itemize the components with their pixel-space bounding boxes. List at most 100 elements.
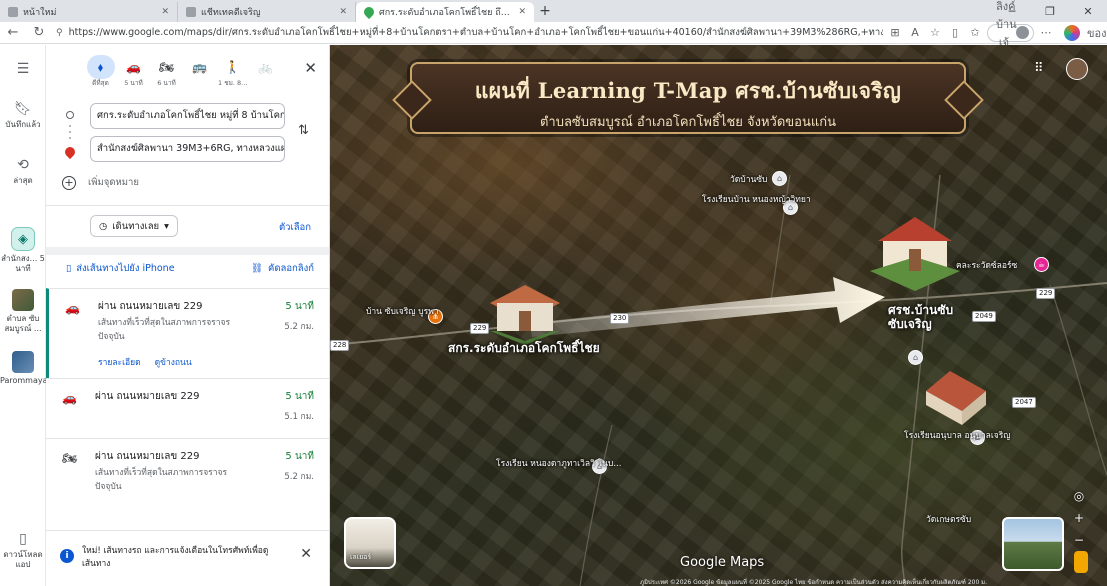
route-option-1[interactable]: 🚗 ผ่าน ถนนหมายเลข 229 เส้นทางที่เร็วที่ส…: [46, 288, 329, 378]
place-thumbnail: [12, 289, 34, 311]
destination-input[interactable]: สำนักสงฆ์ศิลพานา 39M3+6RG, ทางหลวงแผ่น: [90, 136, 285, 162]
reload-icon[interactable]: ↻: [26, 25, 52, 40]
tab-close-icon[interactable]: ✕: [339, 7, 347, 17]
route-details-link[interactable]: รายละเอียด: [98, 355, 141, 369]
rail-place-1[interactable]: ตำบล ซับ สมบูรณ์ ...: [0, 289, 46, 334]
close-window-icon[interactable]: ✕: [1069, 5, 1107, 18]
zoom-in-button[interactable]: +: [1068, 507, 1090, 529]
mode-car[interactable]: 🚗 5 นาที: [119, 55, 148, 91]
route-options-link[interactable]: ตัวเลือก: [279, 220, 311, 235]
poi-label-school2: โรงเรียน หนองดาภูทาเวิลวิ โนบ...: [496, 459, 622, 469]
route-time: 5 นาที: [285, 301, 314, 312]
poi-label-school3: โรงเรียนอนุบาล อนุบาลเจริญ: [904, 431, 1011, 441]
send-to-phone-link[interactable]: ▯ ส่งเส้นทางไปยัง iPhone: [66, 261, 175, 276]
road-shield: 230: [610, 313, 630, 324]
bookmark-icon: 🔖︎: [14, 101, 32, 117]
route-time: 5 นาที: [285, 451, 314, 462]
toolbar-icons: ⊞ A ☆ ▯ ✩ ลิงค์บ้านเจ้ปทุม ⋯ ของา: [883, 0, 1107, 67]
origin-map-label[interactable]: สกร.ระดับอำเภอโคกโพธิ์ไชย: [448, 341, 600, 355]
menu-button[interactable]: ☰: [0, 61, 46, 80]
user-avatar[interactable]: [1066, 58, 1088, 80]
rail-active-trip[interactable]: ◈ สำนักสง... 5 นาที: [0, 227, 46, 274]
travel-mode-bar: ⬧ ดีที่สุด 🚗 5 นาที 🏍 6 นาที 🚌 🚶 1 ชม. 8…: [86, 55, 280, 91]
swap-icon[interactable]: ⇅: [298, 123, 309, 138]
split-screen-icon[interactable]: ▯: [947, 26, 963, 39]
phone-icon: ▯: [19, 531, 27, 547]
back-icon[interactable]: ←: [0, 25, 26, 40]
route-distance: 5.2 กม.: [284, 472, 314, 482]
rail-saved[interactable]: 🔖︎ บันทึกแล้ว: [0, 101, 46, 130]
copy-link-button[interactable]: ⛓ คัดลอกลิงก์: [251, 261, 314, 276]
favorite-star-icon[interactable]: ☆: [927, 26, 943, 39]
new-tab-button[interactable]: +: [534, 3, 556, 19]
address-bar-row: ← ↻ ⚲ https://www.google.com/maps/dir/ศก…: [0, 0, 1107, 67]
poi-label-cafe: คละระวัดซ์ลอร์ซ: [956, 261, 1018, 271]
map-canvas[interactable]: แผนที่ Learning T-Map ศรช.บ้านซับเจริญ ต…: [330, 45, 1107, 586]
browser-tab-1[interactable]: หน้าใหม่ ✕: [0, 2, 178, 22]
my-location-icon[interactable]: ◎: [1068, 485, 1090, 507]
cafe-poi-icon[interactable]: ☕︎: [1034, 257, 1049, 272]
google-apps-icon[interactable]: ⠿: [1034, 61, 1044, 76]
map-title-banner: แผนที่ Learning T-Map ศรช.บ้านซับเจริญ ต…: [410, 62, 966, 134]
destination-pin-icon: [62, 144, 78, 160]
street-view-thumbnail[interactable]: [1002, 517, 1064, 571]
account-label[interactable]: ของา: [1087, 24, 1107, 42]
route-dot: [69, 125, 71, 127]
rail-active-trip-label: สำนักสง... 5 นาที: [1, 254, 45, 273]
depart-now-dropdown[interactable]: ◷ เดินทางเลย ▾: [90, 215, 178, 237]
section-divider: [46, 247, 329, 255]
profile-avatar: [1016, 26, 1029, 39]
directions-panel: ⬧ ดีที่สุด 🚗 5 นาที 🏍 6 นาที 🚌 🚶 1 ชม. 8…: [46, 45, 330, 586]
motorcycle-icon: 🏍: [158, 60, 175, 74]
screenshot-icon[interactable]: ⊞: [887, 26, 903, 39]
walk-icon: 🚶: [225, 60, 240, 74]
pegman-icon[interactable]: [1074, 551, 1088, 573]
mode-best[interactable]: ⬧ ดีที่สุด: [86, 55, 115, 91]
dismiss-notice-icon[interactable]: ✕: [300, 546, 312, 562]
mode-bicycle[interactable]: 🚲: [251, 55, 280, 91]
poi-label-wat2: วัดเกษตรซับ: [926, 515, 972, 525]
profile-button[interactable]: ลิงค์บ้านเจ้ปทุม: [987, 0, 1034, 67]
site-info-icon[interactable]: ⚲: [56, 28, 63, 38]
mode-label: ดีที่สุด: [92, 79, 109, 87]
info-icon: i: [60, 549, 74, 563]
mode-motorcycle[interactable]: 🏍 6 นาที: [152, 55, 181, 91]
tab-close-icon[interactable]: ✕: [518, 7, 526, 17]
poi-label-baan: บ้าน ซับเจริญ บูรพา: [366, 307, 439, 317]
zoom-out-button[interactable]: −: [1068, 529, 1090, 551]
route-arrow: [530, 277, 885, 337]
school-poi-icon[interactable]: ⌂: [908, 350, 923, 365]
map-layers-button[interactable]: เลเยอร์: [344, 517, 396, 569]
temple-poi-icon[interactable]: ⌂: [772, 171, 787, 186]
more-menu-icon[interactable]: ⋯: [1038, 26, 1054, 39]
copilot-icon[interactable]: [1064, 24, 1080, 41]
destination-map-label[interactable]: ศรช.บ้านซับ ซับเจริญ: [888, 303, 968, 331]
link-icon: ⛓: [250, 263, 263, 274]
mode-walk[interactable]: 🚶 1 ชม. 8...: [218, 55, 247, 91]
directions-icon: ◈: [11, 227, 35, 251]
tab-title: ศกร.ระดับอำเภอโคกโพธิ์ไชย ถึง สำนักงาน: [379, 8, 513, 18]
route-distance: 5.2 กม.: [284, 322, 314, 332]
tab-close-icon[interactable]: ✕: [161, 7, 169, 17]
origin-input[interactable]: ศกร.ระดับอำเภอโคกโพธิ์ไชย หมู่ที่ 8 บ้าน…: [90, 103, 285, 129]
rail-recents[interactable]: ⟲ ล่าสุด: [0, 157, 46, 186]
rail-get-app[interactable]: ▯ ดาวน์โหลดแอป: [0, 531, 46, 570]
add-destination-button[interactable]: + เพิ่มจุดหมาย: [62, 175, 139, 190]
map-attribution: ภูมิประเทศ ©2026 Google ข้อมูลแผนที่ ©20…: [640, 579, 988, 586]
route-option-3[interactable]: 🏍 ผ่าน ถนนหมายเลข 229 เส้นทางที่เร็วที่ส…: [46, 438, 329, 528]
route-name: ผ่าน ถนนหมายเลข 229: [98, 301, 203, 312]
browser-tab-2[interactable]: แชีทเทคดีเจริญ ✕: [178, 2, 356, 22]
read-aloud-icon[interactable]: A: [907, 26, 923, 39]
route-option-2[interactable]: 🚗 ผ่าน ถนนหมายเลข 229 5 นาที 5.1 กม.: [46, 378, 329, 438]
close-directions-icon[interactable]: ✕: [304, 59, 317, 77]
browser-tab-3-active[interactable]: ศกร.ระดับอำเภอโคกโพธิ์ไชย ถึง สำนักงาน ✕: [356, 2, 534, 22]
address-bar[interactable]: ⚲ https://www.google.com/maps/dir/ศกร.ระ…: [52, 24, 883, 42]
maximize-icon[interactable]: ❐: [1031, 5, 1069, 18]
street-view-link[interactable]: ดูข้างถนน: [155, 355, 192, 369]
mode-transit[interactable]: 🚌: [185, 55, 214, 91]
motorcycle-icon: 🏍: [62, 451, 78, 465]
rail-place-2[interactable]: Parommaya...: [0, 351, 55, 386]
rail-place-1-label: ตำบล ซับ สมบูรณ์ ...: [4, 314, 42, 333]
poi-label-school1: โรงเรียนบ้าน หนองหญ้าวิทยา: [702, 195, 811, 205]
favorites-icon[interactable]: ✩: [967, 26, 983, 39]
